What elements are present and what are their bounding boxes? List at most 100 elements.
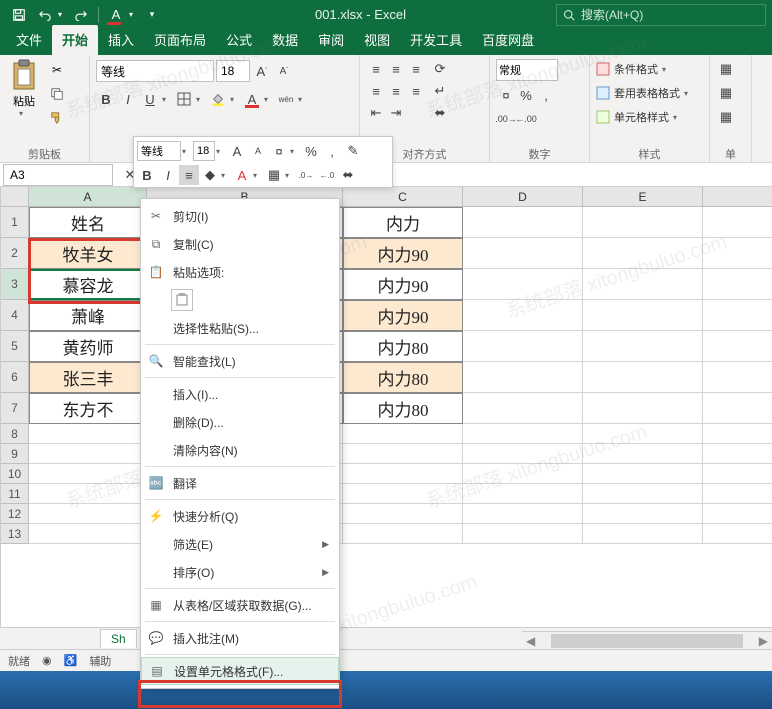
ctx-copy[interactable]: ⧉复制(C)	[141, 230, 339, 258]
ctx-smart-lookup[interactable]: 🔍智能查找(L)	[141, 347, 339, 375]
scroll-left-icon[interactable]: ◀	[522, 634, 539, 648]
percent-icon[interactable]: %	[516, 85, 536, 105]
tab-developer[interactable]: 开发工具	[400, 25, 472, 55]
comma-icon[interactable]: ,	[536, 85, 556, 105]
row-header-5[interactable]: 5	[1, 331, 29, 362]
mini-decimal-dec-icon[interactable]: ←.0	[317, 165, 337, 185]
mini-increase-font-icon[interactable]: A	[227, 141, 247, 161]
border-dropdown[interactable]: ▾	[196, 95, 206, 104]
mini-font-size-drop[interactable]: ▾	[216, 147, 226, 156]
conditional-format-button[interactable]: 条件格式▾	[596, 59, 672, 79]
cell-d3[interactable]	[463, 269, 583, 300]
number-format-select[interactable]	[496, 59, 558, 81]
cell-a13[interactable]	[29, 524, 147, 544]
wrap-text-icon[interactable]: ↵	[430, 81, 450, 101]
tab-data[interactable]: 数据	[262, 25, 308, 55]
align-middle-icon[interactable]: ≡	[386, 59, 406, 79]
cell-a10[interactable]	[29, 464, 147, 484]
mini-fill-drop[interactable]: ▾	[221, 171, 231, 180]
mini-font-name-drop[interactable]: ▾	[182, 147, 192, 156]
increase-decimal-icon[interactable]: .00→	[496, 109, 516, 129]
tab-review[interactable]: 审阅	[308, 25, 354, 55]
horizontal-scrollbar[interactable]: ◀ ▶	[522, 631, 772, 649]
cell-e1[interactable]	[583, 207, 703, 238]
ctx-insert-comment[interactable]: 💬插入批注(M)	[141, 624, 339, 652]
mini-fill-color-icon[interactable]: ◆	[200, 165, 220, 185]
cell-a3[interactable]: 慕容龙	[29, 269, 147, 300]
fill-color-dropdown[interactable]: ▾	[230, 95, 240, 104]
ctx-get-data[interactable]: ▦从表格/区域获取数据(G)...	[141, 591, 339, 619]
phonetic-icon[interactable]: wén	[276, 89, 296, 109]
row-header-12[interactable]: 12	[1, 504, 29, 524]
mini-italic-icon[interactable]: I	[158, 165, 178, 185]
scroll-right-icon[interactable]: ▶	[755, 634, 772, 648]
cell-d13[interactable]	[463, 524, 583, 544]
italic-icon[interactable]: I	[118, 89, 138, 109]
cell-f12[interactable]	[703, 504, 772, 524]
underline-dropdown[interactable]: ▾	[162, 95, 172, 104]
cell-d4[interactable]	[463, 300, 583, 331]
cell-f6[interactable]	[703, 362, 772, 393]
row-header-7[interactable]: 7	[1, 393, 29, 424]
ctx-format-cells[interactable]: ▤设置单元格格式(F)...	[141, 657, 339, 685]
decrease-decimal-icon[interactable]: ←.00	[516, 109, 536, 129]
qat-customize-icon[interactable]: ▾	[140, 4, 164, 26]
cell-e10[interactable]	[583, 464, 703, 484]
cell-a5[interactable]: 黄药师	[29, 331, 147, 362]
font-color-qa-icon[interactable]: A	[104, 4, 128, 26]
cell-e5[interactable]	[583, 331, 703, 362]
cell-a12[interactable]	[29, 504, 147, 524]
tab-home[interactable]: 开始	[52, 25, 98, 55]
cell-e11[interactable]	[583, 484, 703, 504]
align-top-icon[interactable]: ≡	[366, 59, 386, 79]
mini-currency-drop[interactable]: ▾	[290, 147, 300, 156]
undo-icon[interactable]	[33, 4, 57, 26]
row-header-4[interactable]: 4	[1, 300, 29, 331]
cell-c10[interactable]	[343, 464, 463, 484]
ctx-cut[interactable]: ✂剪切(I)	[141, 202, 339, 230]
format-painter-icon[interactable]	[46, 109, 68, 127]
cell-c2[interactable]: 内力90	[343, 238, 463, 269]
row-header-6[interactable]: 6	[1, 362, 29, 393]
ctx-sort[interactable]: 排序(O)▶	[141, 558, 339, 586]
cut-icon[interactable]: ✂	[46, 61, 68, 79]
fill-color-icon[interactable]	[208, 89, 228, 109]
cell-c6[interactable]: 内力80	[343, 362, 463, 393]
row-header-13[interactable]: 13	[1, 524, 29, 544]
tab-file[interactable]: 文件	[6, 25, 52, 55]
cell-f3[interactable]	[703, 269, 772, 300]
align-right-icon[interactable]: ≡	[406, 81, 426, 101]
delete-cells-icon[interactable]: ▦	[716, 83, 736, 103]
tab-formulas[interactable]: 公式	[216, 25, 262, 55]
cell-c4[interactable]: 内力90	[343, 300, 463, 331]
font-size-input[interactable]	[216, 60, 250, 82]
bold-icon[interactable]: B	[96, 89, 116, 109]
ctx-quick-analysis[interactable]: ⚡快速分析(Q)	[141, 502, 339, 530]
paste-label[interactable]: 粘贴	[13, 93, 35, 109]
accessibility-icon[interactable]: ♿	[64, 654, 78, 667]
tab-baidu[interactable]: 百度网盘	[472, 25, 544, 55]
paste-icon[interactable]	[10, 59, 38, 93]
insert-cells-icon[interactable]: ▦	[716, 59, 736, 79]
cell-f13[interactable]	[703, 524, 772, 544]
cell-a8[interactable]	[29, 424, 147, 444]
mini-border-drop[interactable]: ▾	[285, 171, 295, 180]
col-header-d[interactable]: D	[463, 187, 583, 207]
cell-c1[interactable]: 内力	[343, 207, 463, 238]
select-all-corner[interactable]	[1, 187, 29, 207]
mini-font-color-icon[interactable]: A	[232, 165, 252, 185]
table-format-button[interactable]: 套用表格格式▾	[596, 83, 694, 103]
save-icon[interactable]	[7, 4, 31, 26]
tab-page-layout[interactable]: 页面布局	[144, 25, 216, 55]
decrease-font-icon[interactable]: Aˇ	[274, 61, 294, 81]
font-color-icon[interactable]: A	[242, 89, 262, 109]
cell-f10[interactable]	[703, 464, 772, 484]
phonetic-dropdown[interactable]: ▾	[298, 95, 308, 104]
cell-c13[interactable]	[343, 524, 463, 544]
cell-e13[interactable]	[583, 524, 703, 544]
mini-align-center-icon[interactable]: ≡	[179, 165, 199, 185]
cell-e8[interactable]	[583, 424, 703, 444]
mini-color-drop[interactable]: ▾	[253, 171, 263, 180]
mini-currency-icon[interactable]: ¤	[269, 141, 289, 161]
cell-c3[interactable]: 内力90	[343, 269, 463, 300]
